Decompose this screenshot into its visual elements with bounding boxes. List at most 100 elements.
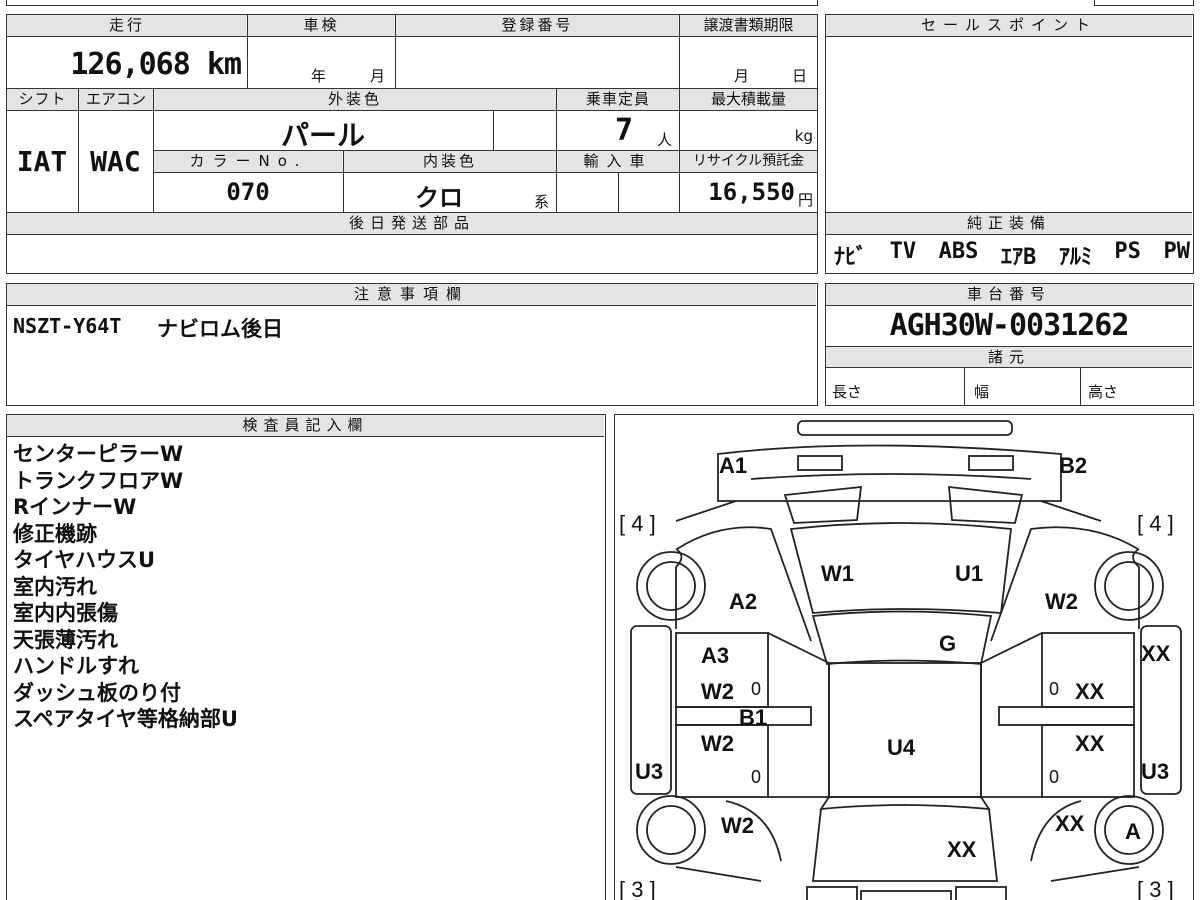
inspection-cell: 年 月 xyxy=(248,37,396,89)
inspector-line: センターピラーW xyxy=(13,442,184,466)
notes-label: 注意事項欄 xyxy=(7,284,816,306)
mark-xx-right-4: XX xyxy=(1055,811,1085,836)
interior-color-suffix: 系 xyxy=(534,193,550,211)
equipment-list: ﾅﾋﾞ TV ABS ｴｱB ｱﾙﾐ PS PW xyxy=(834,239,1190,271)
mark-a-wheel: A xyxy=(1125,819,1141,844)
mark-w2-left-1: W2 xyxy=(701,679,734,704)
inspector-line: トランクフロアW xyxy=(13,468,184,493)
equipment-airbag: ｴｱB xyxy=(1001,245,1037,270)
inspector-box: 検査員記入欄 センターピラーW トランクフロアW RインナーW 修正機跡 タイヤ… xyxy=(6,414,606,900)
mark-a1: A1 xyxy=(719,453,748,478)
tire-front-left-label: [ 4 ] xyxy=(619,511,656,536)
registration-cell xyxy=(396,37,680,89)
exterior-color-value: パール xyxy=(280,119,365,152)
inspector-line: 天張薄汚れ xyxy=(13,627,118,652)
mark-w2-left-2: W2 xyxy=(701,731,734,756)
mark-a3: A3 xyxy=(701,643,730,668)
inspector-lines: センターピラーW トランクフロアW RインナーW 修正機跡 タイヤハウスU 室内… xyxy=(13,441,238,733)
equipment-label: 純正装備 xyxy=(826,213,1192,235)
shift-cell: IAT xyxy=(7,111,79,213)
inspector-line: 室内内張傷 xyxy=(13,601,118,625)
ac-label: エアコン xyxy=(79,89,154,111)
chassis-value: AGH30W-0031262 xyxy=(889,308,1130,343)
car-diagram-box: [ 4 ] [ 4 ] [ 3 ] [ 3 ] A1 B2 W1 U1 A2 W… xyxy=(614,414,1194,900)
width-label: 幅 xyxy=(974,383,990,401)
mark-w2-right-front: W2 xyxy=(1045,589,1078,614)
length-label: 長さ xyxy=(832,383,863,401)
registration-label: 登録番号 xyxy=(396,15,680,37)
notes-code: NSZT-Y64T xyxy=(13,314,122,338)
equipment-abs: ABS xyxy=(938,239,979,264)
interior-color-value: クロ xyxy=(415,184,463,212)
chassis-label: 車台番号 xyxy=(826,284,1192,306)
capacity-label: 乗車定員 xyxy=(557,89,680,111)
mileage-value: 126,068 km xyxy=(70,47,242,82)
mark-zero-2: 0 xyxy=(751,767,762,787)
mark-zero-1: 0 xyxy=(751,679,762,699)
top-strip xyxy=(6,0,818,6)
spec-divider-1 xyxy=(964,368,965,406)
later-parts-label: 後日発送部品 xyxy=(7,213,817,235)
mark-b2: B2 xyxy=(1059,453,1088,478)
exterior-color-extra xyxy=(494,111,557,151)
transfer-deadline-cell: 月 日 xyxy=(680,37,817,89)
height-label: 高さ xyxy=(1088,383,1119,401)
color-no-label: カラーNo. xyxy=(154,151,344,173)
equipment-nav: ﾅﾋﾞ xyxy=(834,245,868,270)
equipment-alloy: ｱﾙﾐ xyxy=(1058,245,1092,270)
recycle-unit: 円 xyxy=(797,191,813,209)
max-load-cell: kg xyxy=(680,111,817,151)
top-strip-right xyxy=(1094,0,1194,6)
exterior-color-cell: パール xyxy=(154,111,494,152)
equipment-tv: TV xyxy=(889,239,917,264)
mark-u3-right: U3 xyxy=(1141,759,1170,784)
spec-label: 諸元 xyxy=(826,346,1192,368)
notes-text: ナビロム後日 xyxy=(157,317,283,341)
inspector-line: 修正機跡 xyxy=(13,521,97,546)
import-cell-1 xyxy=(557,173,619,213)
inspector-line: RインナーW xyxy=(13,495,137,519)
mark-a2: A2 xyxy=(729,589,758,614)
ac-cell: WAC xyxy=(79,111,154,213)
equipment-pw: PW xyxy=(1163,239,1191,264)
mileage-label: 走行 xyxy=(7,15,248,37)
inspection-label: 車検 xyxy=(248,15,396,37)
max-load-unit: kg xyxy=(794,127,813,145)
mark-zero-3: 0 xyxy=(1049,679,1060,699)
sales-point-box: セールスポイント 純正装備 ﾅﾋﾞ TV ABS ｴｱB ｱﾙﾐ PS PW xyxy=(825,14,1194,274)
mark-u1: U1 xyxy=(955,561,984,586)
equipment-ps: PS xyxy=(1114,239,1141,264)
inspector-line: スペアタイヤ等格納部U xyxy=(13,707,238,731)
tire-front-right-label: [ 4 ] xyxy=(1137,511,1174,536)
mark-u3-left: U3 xyxy=(635,759,664,784)
import-cell-2 xyxy=(619,173,680,213)
interior-color-label: 内装色 xyxy=(344,151,557,173)
mark-w1: W1 xyxy=(821,561,854,586)
vehicle-info-box: 走行 車検 登録番号 譲渡書類期限 126,068 km 年 月 月 日 シフト… xyxy=(6,14,818,274)
inspection-year: 年 xyxy=(311,67,327,85)
mark-zero-4: 0 xyxy=(1049,767,1060,787)
inspection-month: 月 xyxy=(370,67,386,85)
color-no-cell: 070 xyxy=(154,173,344,213)
mark-xx-bottom: XX xyxy=(947,837,977,862)
mark-u4: U4 xyxy=(887,735,916,760)
recycle-cell: 16,550 円 xyxy=(680,173,817,213)
inspector-line: ダッシュ板のり付 xyxy=(13,680,181,705)
tire-rear-right-label: [ 3 ] xyxy=(1137,877,1174,900)
notes-box: 注意事項欄 NSZT-Y64T ナビロム後日 xyxy=(6,283,818,406)
color-no-value: 070 xyxy=(226,178,270,206)
sales-point-label: セールスポイント xyxy=(826,15,1192,37)
import-label: 輸入車 xyxy=(557,151,680,173)
transfer-month: 月 xyxy=(734,67,750,85)
mark-xx-right-3: XX xyxy=(1075,731,1105,756)
recycle-value: 16,550 xyxy=(708,178,795,206)
inspector-label: 検査員記入欄 xyxy=(7,415,604,437)
spec-divider-2 xyxy=(1080,368,1081,406)
mark-g: G xyxy=(939,631,957,656)
capacity-cell: 7 人 xyxy=(557,111,680,151)
recycle-label: リサイクル預託金 xyxy=(680,151,817,173)
ac-value: WAC xyxy=(90,145,141,178)
tire-rear-left-label: [ 3 ] xyxy=(619,877,656,900)
shift-label: シフト xyxy=(7,89,79,111)
inspector-line: ハンドルすれ xyxy=(13,654,139,678)
